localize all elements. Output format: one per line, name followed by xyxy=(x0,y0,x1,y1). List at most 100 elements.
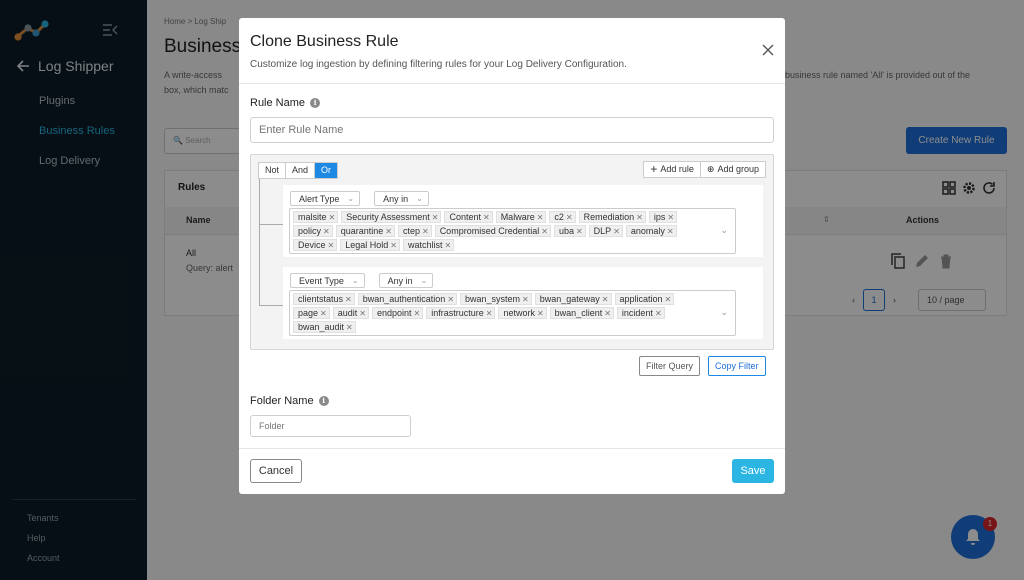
value-tag-label: Compromised Credential xyxy=(439,225,540,236)
value-tag: page ✕ xyxy=(293,307,330,319)
remove-tag-icon[interactable]: ✕ xyxy=(602,294,609,305)
remove-tag-icon[interactable]: ✕ xyxy=(359,308,366,319)
remove-tag-icon[interactable]: ✕ xyxy=(576,226,583,237)
plus-circle-icon: ⊕ xyxy=(706,164,715,174)
folder-name-label-text: Folder Name xyxy=(250,395,314,407)
dialog-subtitle: Customize log ingestion by defining filt… xyxy=(250,59,627,70)
remove-tag-icon[interactable]: ✕ xyxy=(522,294,529,305)
value-tag-label: bwan_authentication xyxy=(362,293,446,304)
chevron-down-icon[interactable]: ⌄ xyxy=(720,307,728,318)
remove-tag-icon[interactable]: ✕ xyxy=(665,294,672,305)
field-select-value: Alert Type xyxy=(299,193,340,204)
value-tag: Security Assessment ✕ xyxy=(341,211,442,223)
filter-query-button[interactable]: Filter Query xyxy=(639,356,701,376)
remove-tag-icon[interactable]: ✕ xyxy=(636,212,643,223)
rule-selects: Alert Type ⌄ Any in ⌄ xyxy=(290,191,429,206)
value-tag-label: audit xyxy=(337,307,358,318)
chevron-down-icon[interactable]: ⌄ xyxy=(720,225,728,236)
remove-tag-icon[interactable]: ✕ xyxy=(346,322,353,333)
value-tag: application ✕ xyxy=(614,293,675,305)
chevron-down-icon: ⌄ xyxy=(420,276,428,285)
field-select[interactable]: Event Type ⌄ xyxy=(290,273,365,288)
combinator-or[interactable]: Or xyxy=(315,163,338,178)
value-multiselect[interactable]: clientstatus ✕ bwan_authentication ✕ bwan_… xyxy=(289,290,736,336)
value-tag-label: ctep xyxy=(402,225,420,236)
value-tag: bwan_authentication ✕ xyxy=(357,293,458,305)
folder-name-label: Folder Name i xyxy=(250,395,329,407)
value-tag: ctep ✕ xyxy=(397,225,432,237)
remove-tag-icon[interactable]: ✕ xyxy=(655,308,662,319)
cancel-button[interactable]: Cancel xyxy=(250,459,302,483)
remove-tag-icon[interactable]: ✕ xyxy=(385,226,392,237)
remove-tag-icon[interactable]: ✕ xyxy=(667,226,674,237)
clone-rule-dialog: Clone Business Rule Customize log ingest… xyxy=(239,18,785,494)
value-tag-label: policy xyxy=(298,225,322,236)
value-tag: audit ✕ xyxy=(332,307,369,319)
value-tag-label: clientstatus xyxy=(298,293,344,304)
remove-tag-icon[interactable]: ✕ xyxy=(444,240,451,251)
info-icon[interactable]: i xyxy=(318,396,329,406)
value-tag: Malware ✕ xyxy=(495,211,547,223)
remove-tag-icon[interactable]: ✕ xyxy=(329,212,336,223)
tree-branch xyxy=(259,224,283,225)
remove-tag-icon[interactable]: ✕ xyxy=(537,308,544,319)
value-tag: anomaly ✕ xyxy=(625,225,677,237)
value-tag: clientstatus ✕ xyxy=(293,293,355,305)
operator-select-value: Any in xyxy=(383,193,409,204)
value-tag-label: c2 xyxy=(554,211,564,222)
remove-tag-icon[interactable]: ✕ xyxy=(613,226,620,237)
value-tag-label: bwan_system xyxy=(465,293,521,304)
add-rule-button[interactable]: + Add rule xyxy=(643,161,701,178)
close-icon[interactable] xyxy=(762,44,774,56)
remove-tag-icon[interactable]: ✕ xyxy=(566,212,573,223)
remove-tag-icon[interactable]: ✕ xyxy=(328,240,335,251)
remove-tag-icon[interactable]: ✕ xyxy=(432,212,439,223)
remove-tag-icon[interactable]: ✕ xyxy=(345,294,352,305)
field-select[interactable]: Alert Type ⌄ xyxy=(290,191,361,206)
chevron-down-icon: ⌄ xyxy=(351,276,359,285)
value-tag-label: DLP xyxy=(593,225,612,236)
value-tag-label: bwan_client xyxy=(554,307,603,318)
remove-tag-icon[interactable]: ✕ xyxy=(604,308,611,319)
value-tag-label: quarantine xyxy=(340,225,384,236)
tree-branch xyxy=(259,305,283,306)
remove-tag-icon[interactable]: ✕ xyxy=(320,308,327,319)
operator-select[interactable]: Any in ⌄ xyxy=(378,273,434,288)
info-icon[interactable]: i xyxy=(310,98,321,108)
combinator-and[interactable]: And xyxy=(286,163,316,178)
remove-tag-icon[interactable]: ✕ xyxy=(390,240,397,251)
remove-tag-icon[interactable]: ✕ xyxy=(414,308,421,319)
add-rule-label: Add rule xyxy=(660,164,694,174)
rule-name-label-text: Rule Name xyxy=(250,97,306,109)
remove-tag-icon[interactable]: ✕ xyxy=(323,226,330,237)
save-button[interactable]: Save xyxy=(732,459,774,483)
header-divider xyxy=(239,83,785,84)
add-group-button[interactable]: ⊕ Add group xyxy=(700,161,766,178)
remove-tag-icon[interactable]: ✕ xyxy=(667,212,674,223)
folder-name-input[interactable] xyxy=(250,415,411,437)
value-tag: infrastructure ✕ xyxy=(426,307,496,319)
value-tag: bwan_audit ✕ xyxy=(293,321,356,333)
value-tag-label: bwan_gateway xyxy=(539,293,600,304)
remove-tag-icon[interactable]: ✕ xyxy=(483,212,490,223)
remove-tag-icon[interactable]: ✕ xyxy=(486,308,493,319)
value-multiselect[interactable]: malsite ✕ Security Assessment ✕ Content ✕ M… xyxy=(289,208,736,254)
remove-tag-icon[interactable]: ✕ xyxy=(541,226,548,237)
combinator-not[interactable]: Not xyxy=(259,163,287,178)
value-tag-label: incident xyxy=(621,307,653,318)
remove-tag-icon[interactable]: ✕ xyxy=(537,212,544,223)
rule-name-input[interactable] xyxy=(250,117,774,143)
value-tag-label: anomaly xyxy=(630,225,665,236)
value-tag: endpoint ✕ xyxy=(371,307,424,319)
value-tag: uba ✕ xyxy=(553,225,586,237)
value-tag: Compromised Credential ✕ xyxy=(434,225,551,237)
query-builder: Not And Or + Add rule ⊕ Add group Alert Ty… xyxy=(250,154,774,350)
remove-tag-icon[interactable]: ✕ xyxy=(422,226,429,237)
operator-select[interactable]: Any in ⌄ xyxy=(374,191,429,206)
value-tag-label: malsite xyxy=(298,211,327,222)
remove-tag-icon[interactable]: ✕ xyxy=(447,294,454,305)
rule-row: Alert Type ⌄ Any in ⌄ malsite ✕ Security As… xyxy=(283,185,763,257)
value-tag-label: page xyxy=(298,307,319,318)
rule-selects: Event Type ⌄ Any in ⌄ xyxy=(290,273,434,288)
copy-filter-button[interactable]: Copy Filter xyxy=(708,356,766,376)
